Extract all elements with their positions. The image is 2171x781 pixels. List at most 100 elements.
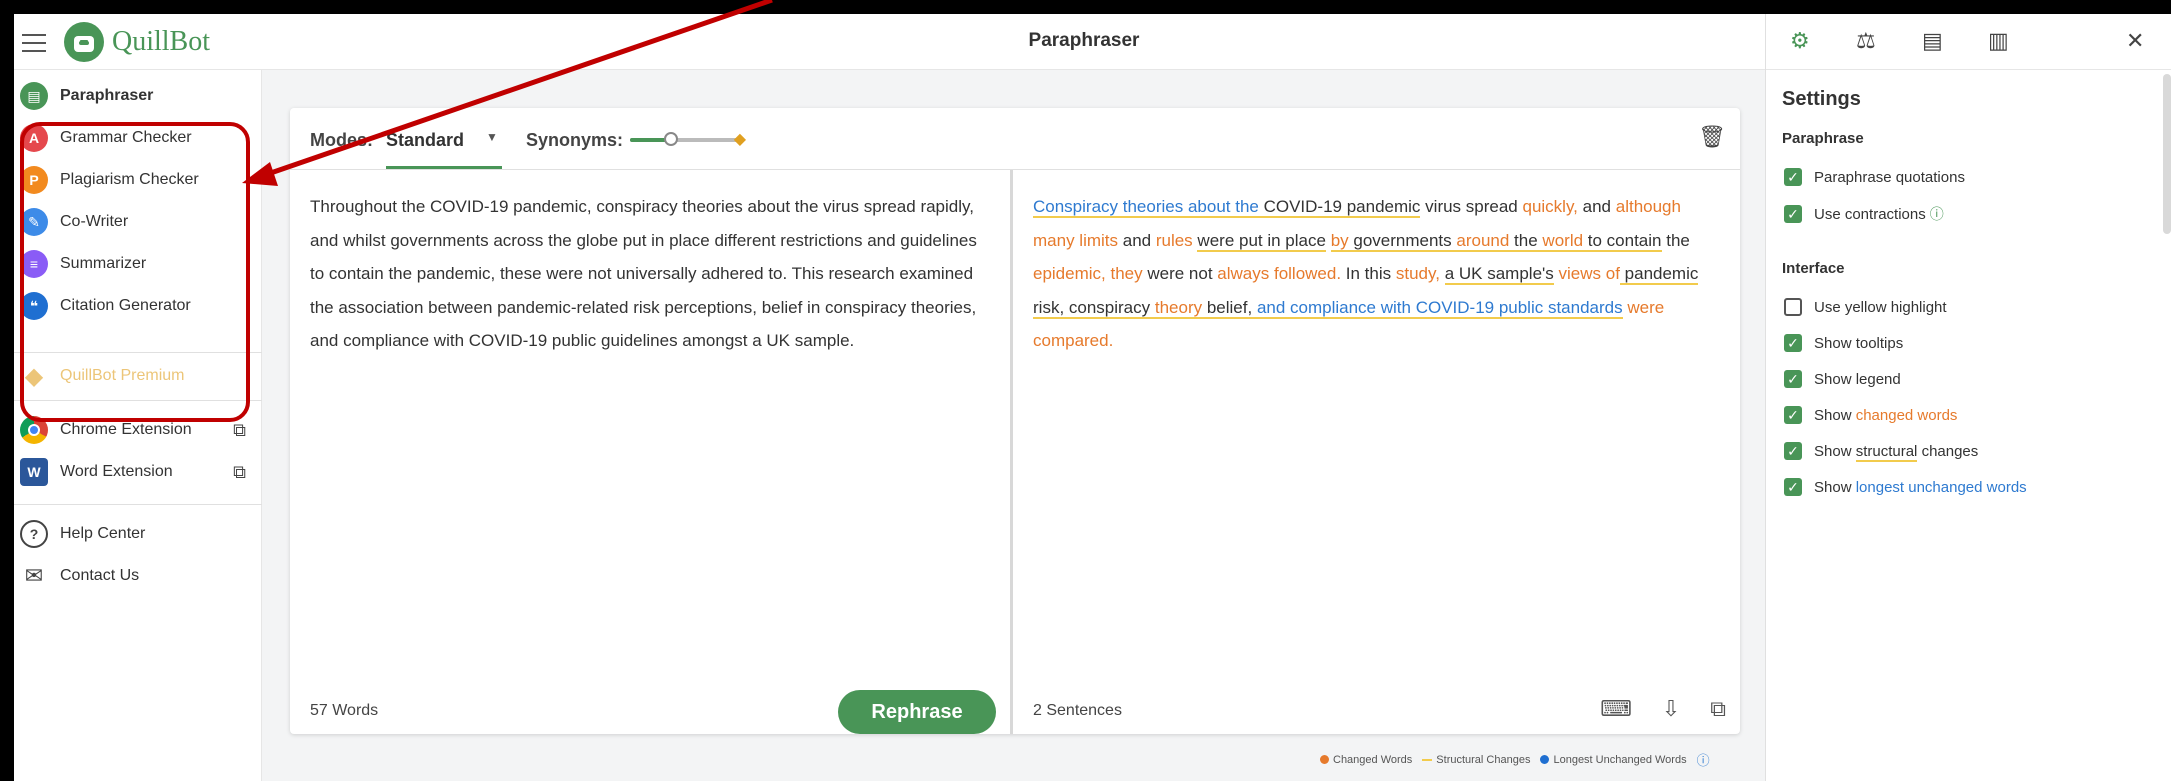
chevron-down-icon[interactable]: ▼ xyxy=(486,130,498,144)
output-segment[interactable]: quickly, xyxy=(1522,197,1577,216)
mode-tab-standard[interactable]: Standard xyxy=(386,130,464,151)
output-segment[interactable]: belief, xyxy=(1202,297,1257,319)
download-icon[interactable]: ⇩ xyxy=(1662,696,1680,722)
checkbox-checked-icon[interactable]: ✓ xyxy=(1784,334,1802,352)
option-use-contractions[interactable]: ✓ Use contractions ⓘ xyxy=(1784,204,1944,224)
statistics-icon[interactable]: ▥ xyxy=(1988,28,2009,54)
sidebar-item-label: Chrome Extension xyxy=(60,421,192,438)
sidebar-item-chrome-extension[interactable]: Chrome Extension ⧉ xyxy=(20,412,256,448)
sidebar-item-help-center[interactable]: ? Help Center xyxy=(20,516,256,552)
trash-icon[interactable]: 🗑 xyxy=(1698,124,1726,150)
option-paraphrase-quotations[interactable]: ✓ Paraphrase quotations xyxy=(1784,168,1965,186)
sidebar-item-summarizer[interactable]: ≡ Summarizer xyxy=(20,246,256,282)
sidebar-item-paraphraser[interactable]: ▤ Paraphraser xyxy=(20,78,256,114)
checkbox-unchecked-icon[interactable] xyxy=(1784,298,1802,316)
output-segment[interactable]: by xyxy=(1330,230,1349,252)
help-icon: ? xyxy=(20,520,48,548)
yellow-line-icon xyxy=(1422,758,1433,761)
output-segment[interactable]: always followed. xyxy=(1217,264,1341,283)
external-link-icon: ⧉ xyxy=(233,461,246,482)
sidebar-item-label: Paraphraser xyxy=(60,87,154,104)
output-segment[interactable]: around xyxy=(1456,230,1510,252)
output-segment[interactable]: were put in place xyxy=(1197,230,1326,252)
copy-icon[interactable]: ⧉ xyxy=(1710,696,1726,722)
input-pane[interactable]: Throughout the COVID-19 pandemic, conspi… xyxy=(290,170,1008,734)
keyboard-icon[interactable]: ⌨ xyxy=(1600,696,1632,722)
option-use-yellow-highlight[interactable]: Use yellow highlight xyxy=(1784,298,1947,316)
output-segment[interactable]: In this xyxy=(1341,264,1396,283)
output-segment[interactable]: and xyxy=(1118,231,1156,250)
sidebar-item-co-writer[interactable]: ✎ Co-Writer xyxy=(20,204,256,240)
orange-dot-icon xyxy=(1320,755,1329,765)
checkbox-checked-icon[interactable]: ✓ xyxy=(1784,205,1802,223)
scrollbar[interactable] xyxy=(2163,74,2171,234)
output-segment[interactable]: views of xyxy=(1559,264,1620,283)
legend-unchanged: Longest Unchanged Words xyxy=(1540,754,1687,766)
output-segment[interactable]: were not xyxy=(1143,264,1218,283)
summarizer-icon: ≡ xyxy=(20,250,48,278)
sidebar-item-grammar-checker[interactable]: A Grammar Checker xyxy=(20,120,256,156)
sentence-count: 2 Sentences xyxy=(1033,702,1122,719)
sidebar-item-plagiarism-checker[interactable]: P Plagiarism Checker xyxy=(20,162,256,198)
output-segment[interactable]: governments xyxy=(1348,230,1457,252)
output-actions: ⌨ ⇩ ⧉ xyxy=(1600,696,1726,722)
rephrase-button[interactable]: Rephrase xyxy=(838,690,996,734)
input-text[interactable]: Throughout the COVID-19 pandemic, conspi… xyxy=(310,190,990,358)
output-segment[interactable]: and compliance with COVID-19 public stan… xyxy=(1256,297,1623,319)
output-text[interactable]: Conspiracy theories about the COVID-19 p… xyxy=(1033,190,1723,358)
output-segment[interactable] xyxy=(1326,231,1331,250)
output-segment[interactable]: rules xyxy=(1156,231,1193,250)
gear-icon[interactable]: ⚙ xyxy=(1790,28,1810,54)
checkbox-checked-icon[interactable]: ✓ xyxy=(1784,406,1802,424)
paraphraser-editor: Modes: Standard ▼ Synonyms: ◆ 🗑 Througho… xyxy=(290,108,1740,734)
diamond-icon: ◆ xyxy=(24,362,44,390)
output-segment[interactable]: and xyxy=(1578,197,1616,216)
sidebar: ▤ Paraphraser A Grammar Checker P Plagia… xyxy=(14,70,262,781)
blue-dot-icon xyxy=(1540,755,1550,765)
info-icon[interactable]: ⓘ xyxy=(1697,750,1710,769)
close-icon[interactable]: ✕ xyxy=(2126,28,2144,54)
show-prefix: Show xyxy=(1814,406,1852,424)
quillbot-logo[interactable]: QuillBot xyxy=(64,22,210,62)
output-segment[interactable]: a UK sample's xyxy=(1444,264,1554,285)
sidebar-item-label: Citation Generator xyxy=(60,297,191,314)
output-segment[interactable]: virus spread xyxy=(1420,197,1522,216)
output-segment[interactable]: epidemic, they xyxy=(1033,264,1143,283)
info-icon[interactable]: ⓘ xyxy=(1930,204,1944,224)
checkbox-checked-icon[interactable]: ✓ xyxy=(1784,370,1802,388)
checkbox-checked-icon[interactable]: ✓ xyxy=(1784,168,1802,186)
checkbox-checked-icon[interactable]: ✓ xyxy=(1784,442,1802,460)
color-legend: Changed Words Structural Changes Longest… xyxy=(1320,750,1710,769)
option-label: Use yellow highlight xyxy=(1814,298,1947,316)
output-segment[interactable] xyxy=(1440,264,1445,283)
output-segment[interactable] xyxy=(1258,197,1264,218)
paraphrase-section-title: Paraphrase xyxy=(1782,130,1864,147)
plagiarism-icon: P xyxy=(20,166,48,194)
option-show-tooltips[interactable]: ✓ Show tooltips xyxy=(1784,334,1903,352)
output-segment[interactable]: COVID-19 pandemic xyxy=(1263,197,1421,218)
divider xyxy=(14,400,262,401)
output-segment[interactable]: study, xyxy=(1396,264,1440,283)
output-segment[interactable]: world xyxy=(1542,230,1584,252)
checkbox-checked-icon[interactable]: ✓ xyxy=(1784,478,1802,496)
option-show-legend[interactable]: ✓ Show legend xyxy=(1784,370,1901,388)
sidebar-item-word-extension[interactable]: W Word Extension ⧉ xyxy=(20,454,256,490)
output-segment[interactable]: theory xyxy=(1154,297,1203,319)
sidebar-item-contact-us[interactable]: ✉ Contact Us xyxy=(20,558,256,594)
option-label: Show tooltips xyxy=(1814,334,1904,352)
compare-modes-icon[interactable]: ⚖ xyxy=(1856,28,1876,54)
option-show-longest-unchanged[interactable]: ✓ Show longest unchanged words xyxy=(1784,478,2027,496)
sidebar-item-premium[interactable]: ◆ QuillBot Premium xyxy=(20,362,185,390)
output-pane[interactable]: Conspiracy theories about the COVID-19 p… xyxy=(1010,170,1740,734)
synonyms-slider[interactable]: ◆ xyxy=(630,131,746,148)
output-segment[interactable]: to contain xyxy=(1583,230,1662,252)
comment-icon[interactable]: ▤ xyxy=(1922,28,1943,54)
hamburger-menu-icon[interactable] xyxy=(22,34,46,52)
output-segment[interactable]: Conspiracy theories about the xyxy=(1033,197,1259,218)
option-show-changed-words[interactable]: ✓ Show changed words xyxy=(1784,406,1957,424)
option-show-structural-changes[interactable]: ✓ Show structural changes xyxy=(1784,442,1978,462)
output-segment[interactable]: the xyxy=(1662,231,1690,250)
slider-thumb[interactable] xyxy=(664,132,678,146)
output-segment[interactable]: the xyxy=(1509,230,1543,252)
sidebar-item-citation-generator[interactable]: ❝ Citation Generator xyxy=(20,288,256,324)
